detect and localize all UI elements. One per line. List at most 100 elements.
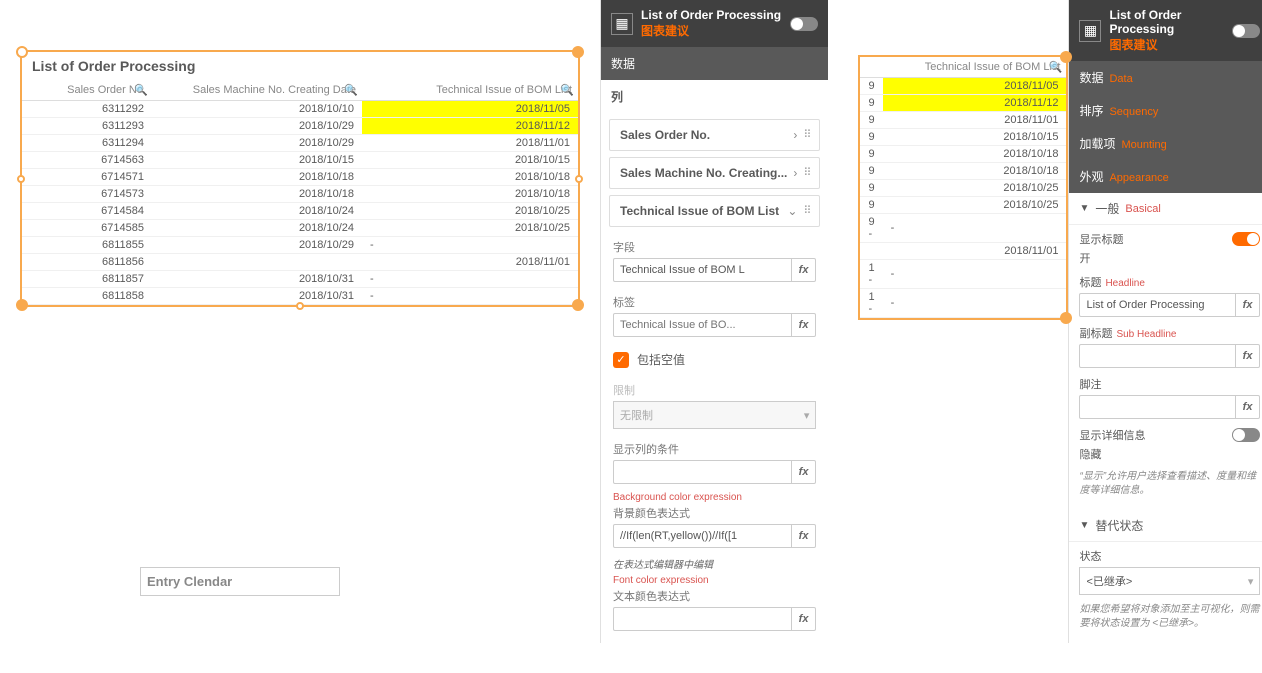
table-cell: 6714573 (22, 186, 152, 203)
fx-button[interactable]: fx (1235, 345, 1260, 367)
font-expr-en: Font color expression (601, 573, 828, 588)
column-item[interactable]: Sales Order No.›⠿ (609, 119, 820, 151)
table-row[interactable]: 67145712018/10/182018/10/18 (22, 169, 578, 186)
table-object-frame[interactable]: List of Order Processing Sales Order No.… (20, 50, 580, 307)
drag-handle-icon[interactable]: ⠿ (803, 170, 809, 176)
table-row[interactable]: 1 -- (860, 260, 1066, 289)
fx-button[interactable]: fx (791, 525, 816, 547)
drag-handle-icon[interactable]: ⠿ (803, 208, 809, 214)
limit-select[interactable]: 无限制 ▾ (613, 401, 816, 429)
resize-handle-mr[interactable] (575, 175, 583, 183)
fx-button[interactable]: fx (1235, 396, 1260, 418)
table-cell: - (362, 237, 578, 254)
column-header-partial[interactable] (860, 57, 882, 78)
column-item-label: Technical Issue of BOM List (620, 204, 781, 218)
table-row[interactable]: 92018/11/12 (860, 95, 1066, 112)
table-cell (152, 254, 362, 271)
table-cell: 2018/10/18 (883, 163, 1067, 180)
section-data[interactable]: 数据 (601, 47, 828, 80)
table-row[interactable]: 67145732018/10/182018/10/18 (22, 186, 578, 203)
table-row[interactable]: 68118562018/11/01 (22, 254, 578, 271)
panel-subtitle[interactable]: 图表建议 (641, 22, 790, 39)
table-row[interactable]: 92018/10/18 (860, 163, 1066, 180)
column-header[interactable]: Sales Machine No. Creating Date 🔍 (152, 80, 362, 101)
section-row[interactable]: 加载项Mounting (1069, 127, 1262, 160)
suggestion-toggle[interactable] (790, 17, 818, 31)
section-cn: 排序 (1079, 104, 1103, 118)
table-row[interactable]: 67145842018/10/242018/10/25 (22, 203, 578, 220)
column-item-label: Sales Machine No. Creating... (620, 166, 787, 180)
table-icon: ▦ (611, 13, 633, 35)
table-row[interactable]: 92018/11/05 (860, 78, 1066, 95)
resize-handle-mb[interactable] (296, 302, 304, 310)
show-title-toggle[interactable] (1232, 232, 1260, 246)
resize-handle-tl[interactable] (16, 46, 28, 58)
drag-handle-icon[interactable]: ⠿ (803, 132, 809, 138)
state-select[interactable]: <已继承> ▾ (1079, 567, 1260, 595)
table-row[interactable]: 92018/10/25 (860, 180, 1066, 197)
subtitle-input[interactable] (1080, 345, 1234, 367)
section-row[interactable]: 排序Sequency (1069, 94, 1262, 127)
fx-button[interactable]: fx (791, 314, 816, 336)
table-row[interactable]: 92018/10/18 (860, 146, 1066, 163)
table-cell: 2018/11/05 (362, 101, 578, 118)
fx-button[interactable]: fx (791, 259, 816, 281)
accordion-header-alt-state[interactable]: ▼ 替代状态 (1069, 510, 1262, 542)
table-cell: 2018/10/18 (883, 146, 1067, 163)
table-row[interactable]: 68118572018/10/31- (22, 271, 578, 288)
chevron-icon: › (793, 128, 797, 142)
label-input[interactable] (614, 314, 791, 336)
table-row[interactable]: 67145632018/10/152018/10/15 (22, 152, 578, 169)
fx-button[interactable]: fx (791, 461, 816, 483)
table-row[interactable]: 63112922018/10/102018/11/05 (22, 101, 578, 118)
properties-panel-appearance: ▦ List of Order Processing 图表建议 数据Data排序… (1068, 0, 1262, 643)
table-cell: 2018/11/01 (883, 243, 1067, 260)
fx-button[interactable]: fx (1235, 294, 1260, 316)
title-label-en: Headline (1105, 278, 1144, 289)
column-header[interactable]: Technical Issue of BOM List 🔍 (362, 80, 578, 101)
bg-expr-input[interactable] (614, 525, 791, 547)
checkbox-checked-icon[interactable]: ✓ (613, 352, 629, 368)
table-row[interactable]: 92018/10/15 (860, 129, 1066, 146)
table-row[interactable]: 68118552018/10/29- (22, 237, 578, 254)
title-input[interactable] (1080, 294, 1234, 316)
table-row[interactable]: 9 -- (860, 214, 1066, 243)
entry-calendar-object[interactable]: Entry Clendar (140, 567, 340, 596)
accordion-header-general[interactable]: ▼ 一般 Basical (1069, 193, 1262, 225)
include-blank-row[interactable]: ✓ 包括空值 (601, 343, 828, 376)
table-row[interactable]: 67145852018/10/242018/10/25 (22, 220, 578, 237)
table-row[interactable]: 92018/11/01 (860, 112, 1066, 129)
design-canvas-left[interactable]: List of Order Processing Sales Order No.… (0, 0, 600, 643)
design-canvas-right[interactable]: Technical Issue of BOM List 🔍 92018/11/0… (828, 0, 1068, 643)
resize-handle-tr[interactable] (572, 46, 584, 58)
resize-handle-br[interactable] (572, 299, 584, 311)
table-row[interactable]: 2018/11/01 (860, 243, 1066, 260)
section-row[interactable]: 数据Data (1069, 61, 1262, 94)
column-item[interactable]: Sales Machine No. Creating...›⠿ (609, 157, 820, 189)
show-cond-input[interactable] (614, 461, 791, 483)
table-cell: - (362, 271, 578, 288)
search-icon[interactable]: 🔍 (560, 84, 574, 97)
resize-handle-bl[interactable] (16, 299, 28, 311)
resize-handle-ml[interactable] (17, 175, 25, 183)
section-row[interactable]: 外观Appearance (1069, 160, 1262, 193)
font-expr-input[interactable] (614, 608, 791, 630)
suggestion-toggle[interactable] (1232, 24, 1260, 38)
field-input[interactable] (614, 259, 791, 281)
table-cell: 2018/10/25 (883, 197, 1067, 214)
table-row[interactable]: 63112932018/10/292018/11/12 (22, 118, 578, 135)
search-icon[interactable]: 🔍 (344, 84, 358, 97)
show-detail-toggle[interactable] (1232, 428, 1260, 442)
footnote-input[interactable] (1080, 396, 1234, 418)
column-header-bom[interactable]: Technical Issue of BOM List 🔍 (883, 57, 1067, 78)
search-icon[interactable]: 🔍 (1049, 61, 1063, 74)
table-row[interactable]: 1 -- (860, 289, 1066, 318)
search-icon[interactable]: 🔍 (134, 84, 148, 97)
column-item[interactable]: Technical Issue of BOM List⌄⠿ (609, 195, 820, 227)
table-row[interactable]: 63112942018/10/292018/11/01 (22, 135, 578, 152)
column-header[interactable]: Sales Order No. 🔍 (22, 80, 152, 101)
fx-button[interactable]: fx (791, 608, 816, 630)
table-row[interactable]: 92018/10/25 (860, 197, 1066, 214)
panel-subtitle[interactable]: 图表建议 (1109, 36, 1232, 53)
table-object-frame-2[interactable]: Technical Issue of BOM List 🔍 92018/11/0… (858, 55, 1068, 320)
